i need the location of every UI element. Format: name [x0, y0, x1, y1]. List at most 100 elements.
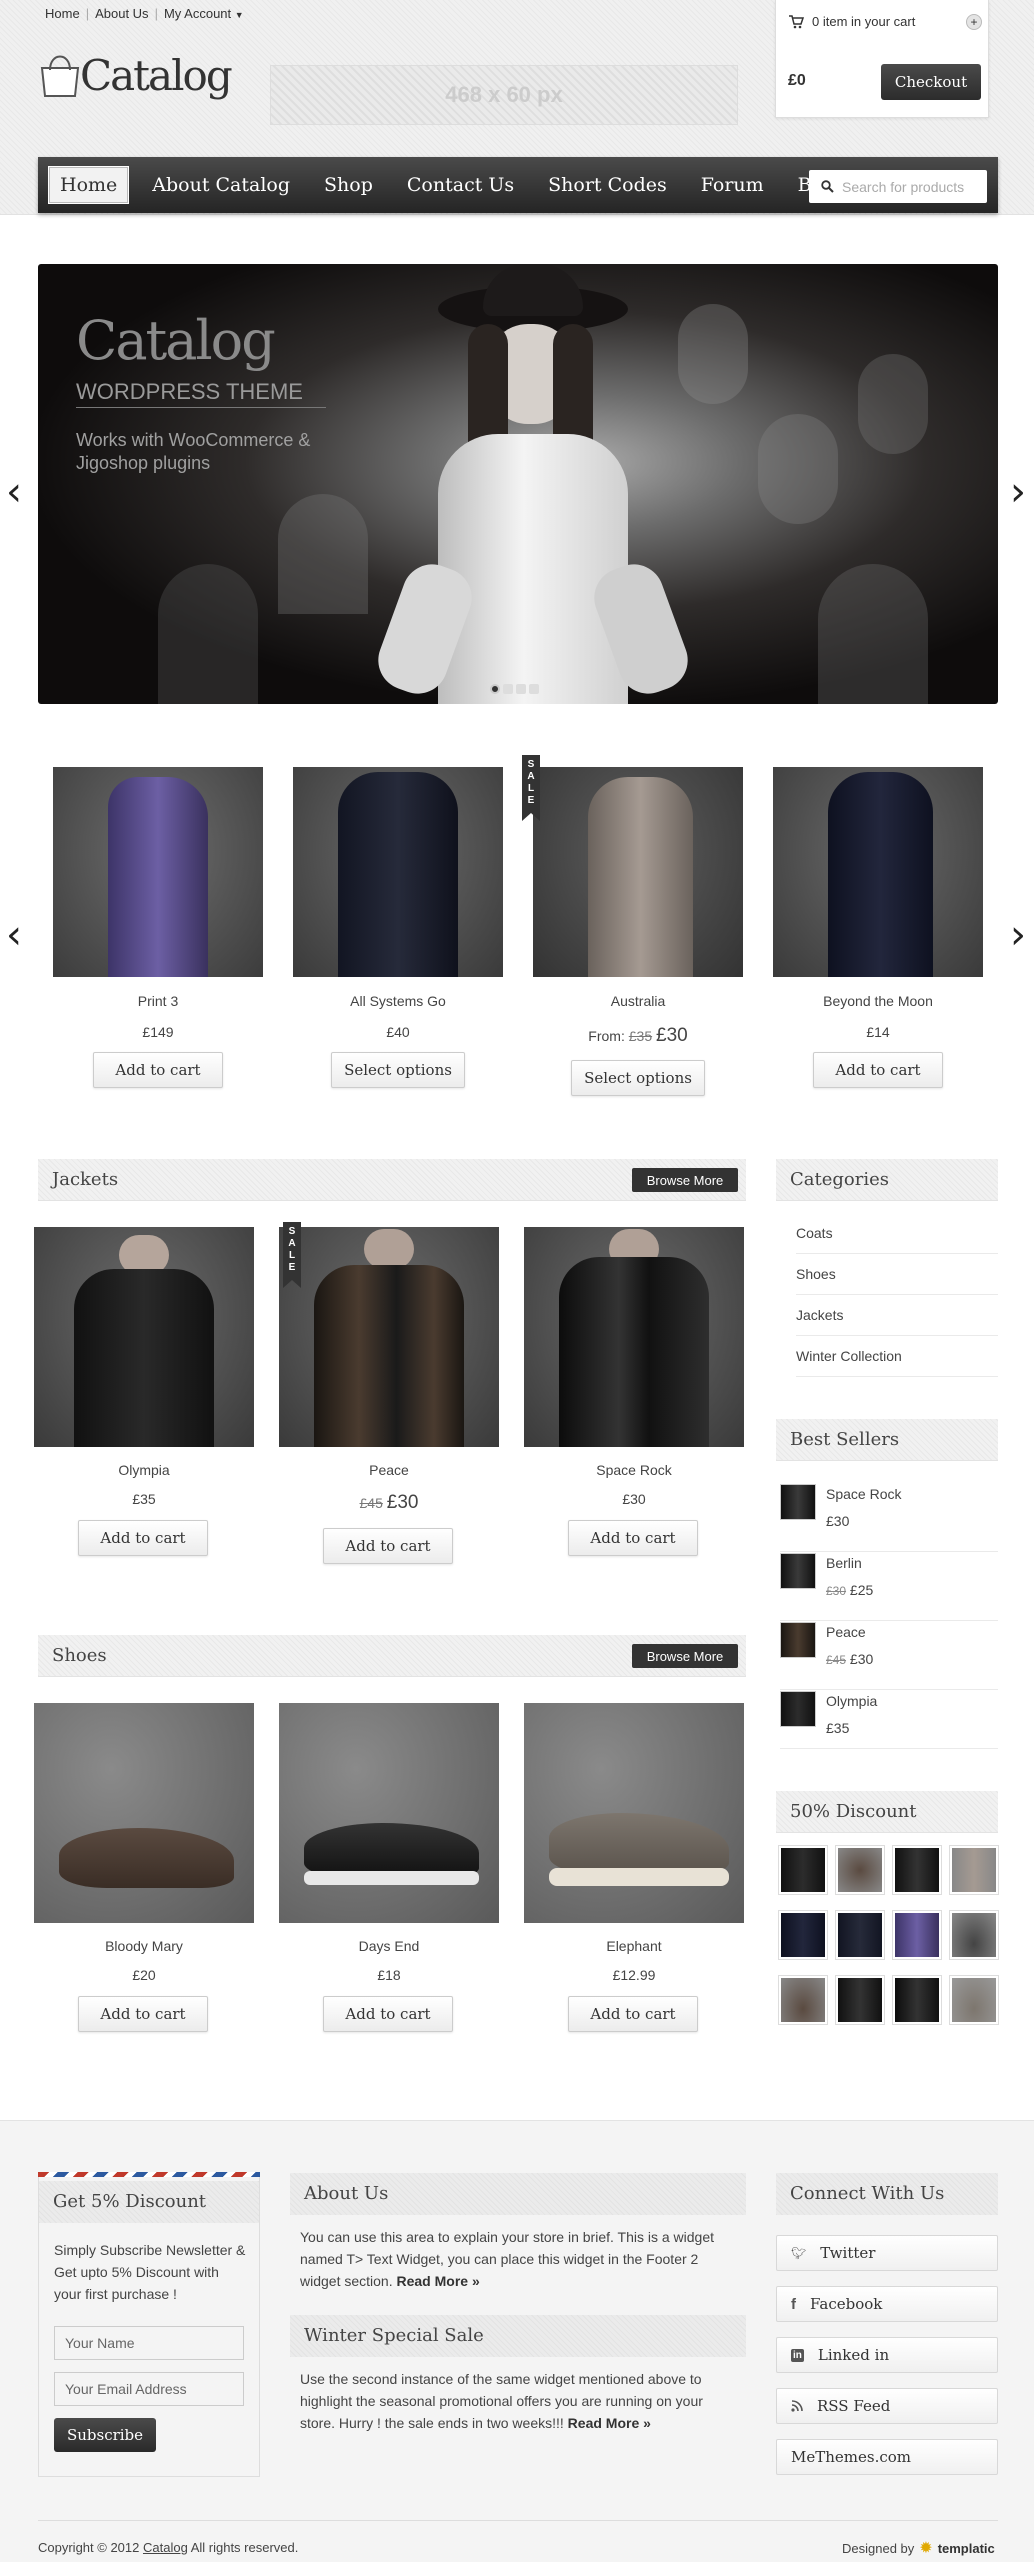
bestseller-item[interactable]: Olympia £35: [780, 1691, 998, 1749]
nav-item-shortcodes[interactable]: Short Codes: [537, 167, 678, 203]
product-name[interactable]: Olympia: [34, 1462, 254, 1478]
product-image[interactable]: [53, 767, 263, 977]
product-image[interactable]: [524, 1703, 744, 1923]
add-to-cart-button[interactable]: Add to cart: [93, 1052, 223, 1088]
product-name[interactable]: Beyond the Moon: [773, 993, 983, 1009]
winter-sale-header: Winter Special Sale: [290, 2315, 746, 2357]
copyright-link[interactable]: Catalog: [143, 2540, 188, 2555]
product-image[interactable]: [773, 767, 983, 977]
product-name[interactable]: Elephant: [524, 1938, 744, 1954]
nav-item-shop[interactable]: Shop: [313, 167, 384, 203]
cart-expand-icon[interactable]: +: [966, 14, 982, 30]
read-more-link[interactable]: Read More »: [568, 2415, 651, 2431]
carousel-prev-arrow-icon[interactable]: ‹: [6, 915, 22, 955]
discount-thumb[interactable]: [949, 1975, 999, 2025]
select-options-button[interactable]: Select options: [571, 1060, 705, 1096]
add-to-cart-button[interactable]: Add to cart: [323, 1528, 453, 1564]
product-image[interactable]: [524, 1227, 744, 1447]
slider-prev-arrow-icon[interactable]: ‹: [6, 472, 22, 512]
discount-thumb[interactable]: [778, 1975, 828, 2025]
product-image[interactable]: [279, 1703, 499, 1923]
ad-banner-placeholder[interactable]: 468 x 60 px: [270, 65, 738, 125]
top-link-account[interactable]: My Account ▼: [164, 6, 244, 21]
nav-item-forum[interactable]: Forum: [690, 167, 775, 203]
product-name[interactable]: All Systems Go: [293, 993, 503, 1009]
bestseller-item[interactable]: Space Rock £30: [780, 1484, 998, 1552]
search-placeholder: Search for products: [842, 178, 965, 195]
category-link[interactable]: Coats: [796, 1213, 998, 1254]
add-to-cart-button[interactable]: Add to cart: [78, 1996, 208, 2032]
cart-summary[interactable]: 0 item in your cart: [788, 14, 915, 29]
email-field[interactable]: Your Email Address: [54, 2372, 244, 2406]
discount-thumb[interactable]: [892, 1975, 942, 2025]
designer-link[interactable]: templatic: [938, 2541, 995, 2556]
discount-thumb[interactable]: [835, 1910, 885, 1960]
bestseller-item[interactable]: Peace £45 £30: [780, 1622, 998, 1690]
discount-thumb[interactable]: [949, 1910, 999, 1960]
separator: |: [85, 6, 90, 21]
discount-thumb[interactable]: [892, 1845, 942, 1895]
add-to-cart-button[interactable]: Add to cart: [78, 1520, 208, 1556]
category-link[interactable]: Jackets: [796, 1295, 998, 1336]
slider-dot[interactable]: [529, 684, 539, 694]
category-link[interactable]: Shoes: [796, 1254, 998, 1295]
subscribe-button[interactable]: Subscribe: [54, 2418, 156, 2452]
bestseller-item[interactable]: Berlin £30 £25: [780, 1553, 998, 1621]
section-title: Shoes: [52, 1645, 107, 1666]
bestsellers-widget-header: Best Sellers: [776, 1419, 998, 1461]
browse-more-button[interactable]: Browse More: [632, 1644, 738, 1668]
product-name[interactable]: Days End: [279, 1938, 499, 1954]
slider-next-arrow-icon[interactable]: ›: [1010, 472, 1026, 512]
about-text-1: You can use this area to explain your st…: [300, 2229, 715, 2245]
product-image[interactable]: [34, 1227, 254, 1447]
search-input[interactable]: Search for products: [809, 170, 987, 203]
product-image[interactable]: [34, 1703, 254, 1923]
product-name[interactable]: Bloody Mary: [34, 1938, 254, 1954]
rss-link[interactable]: RSS Feed: [776, 2388, 998, 2424]
twitter-link[interactable]: 🐦︎ Twitter: [776, 2235, 998, 2271]
product-image[interactable]: [533, 767, 743, 977]
top-link-about[interactable]: About Us: [95, 6, 148, 21]
select-options-button[interactable]: Select options: [331, 1052, 465, 1088]
product-name[interactable]: Australia: [533, 993, 743, 1009]
checkout-button[interactable]: Checkout: [881, 64, 981, 100]
add-to-cart-button[interactable]: Add to cart: [323, 1996, 453, 2032]
bestseller-price-group: £45 £30: [826, 1651, 873, 1667]
winter-text-2: highlight the seasonal promotional offer…: [300, 2393, 703, 2409]
hero-slider[interactable]: Catalog WORDPRESS THEME Works with WooCo…: [38, 264, 998, 704]
read-more-link[interactable]: Read More »: [397, 2273, 480, 2289]
bestseller-thumb: [780, 1553, 816, 1589]
slider-dot[interactable]: [503, 684, 513, 694]
discount-thumb[interactable]: [778, 1910, 828, 1960]
top-link-home[interactable]: Home: [45, 6, 80, 21]
discount-thumb[interactable]: [892, 1910, 942, 1960]
browse-more-button[interactable]: Browse More: [632, 1168, 738, 1192]
slider-dot[interactable]: [490, 684, 500, 694]
product-name[interactable]: Peace: [279, 1462, 499, 1478]
nav-item-about[interactable]: About Catalog: [141, 167, 301, 203]
widget-title: Connect With Us: [790, 2183, 945, 2204]
site-logo[interactable]: Catalog: [38, 50, 233, 100]
discount-thumb[interactable]: [778, 1845, 828, 1895]
facebook-link[interactable]: f Facebook: [776, 2286, 998, 2322]
carousel-next-arrow-icon[interactable]: ›: [1010, 915, 1026, 955]
designed-by-label: Designed by: [842, 2540, 915, 2556]
methemes-link[interactable]: MeThemes.com: [776, 2439, 998, 2475]
nav-item-contact[interactable]: Contact Us: [396, 167, 525, 203]
product-image[interactable]: [293, 767, 503, 977]
newsletter-text-1: Simply Subscribe Newsletter &: [54, 2242, 246, 2258]
nav-item-home[interactable]: Home: [48, 166, 130, 204]
product-name[interactable]: Space Rock: [524, 1462, 744, 1478]
slider-dot[interactable]: [516, 684, 526, 694]
name-field[interactable]: Your Name: [54, 2326, 244, 2360]
discount-thumb[interactable]: [835, 1845, 885, 1895]
category-link[interactable]: Winter Collection: [796, 1336, 998, 1377]
product-name[interactable]: Print 3: [53, 993, 263, 1009]
discount-thumb[interactable]: [835, 1975, 885, 2025]
add-to-cart-button[interactable]: Add to cart: [568, 1996, 698, 2032]
linkedin-link[interactable]: in Linked in: [776, 2337, 998, 2373]
add-to-cart-button[interactable]: Add to cart: [813, 1052, 943, 1088]
discount-thumb[interactable]: [949, 1845, 999, 1895]
add-to-cart-button[interactable]: Add to cart: [568, 1520, 698, 1556]
product-image[interactable]: [279, 1227, 499, 1447]
